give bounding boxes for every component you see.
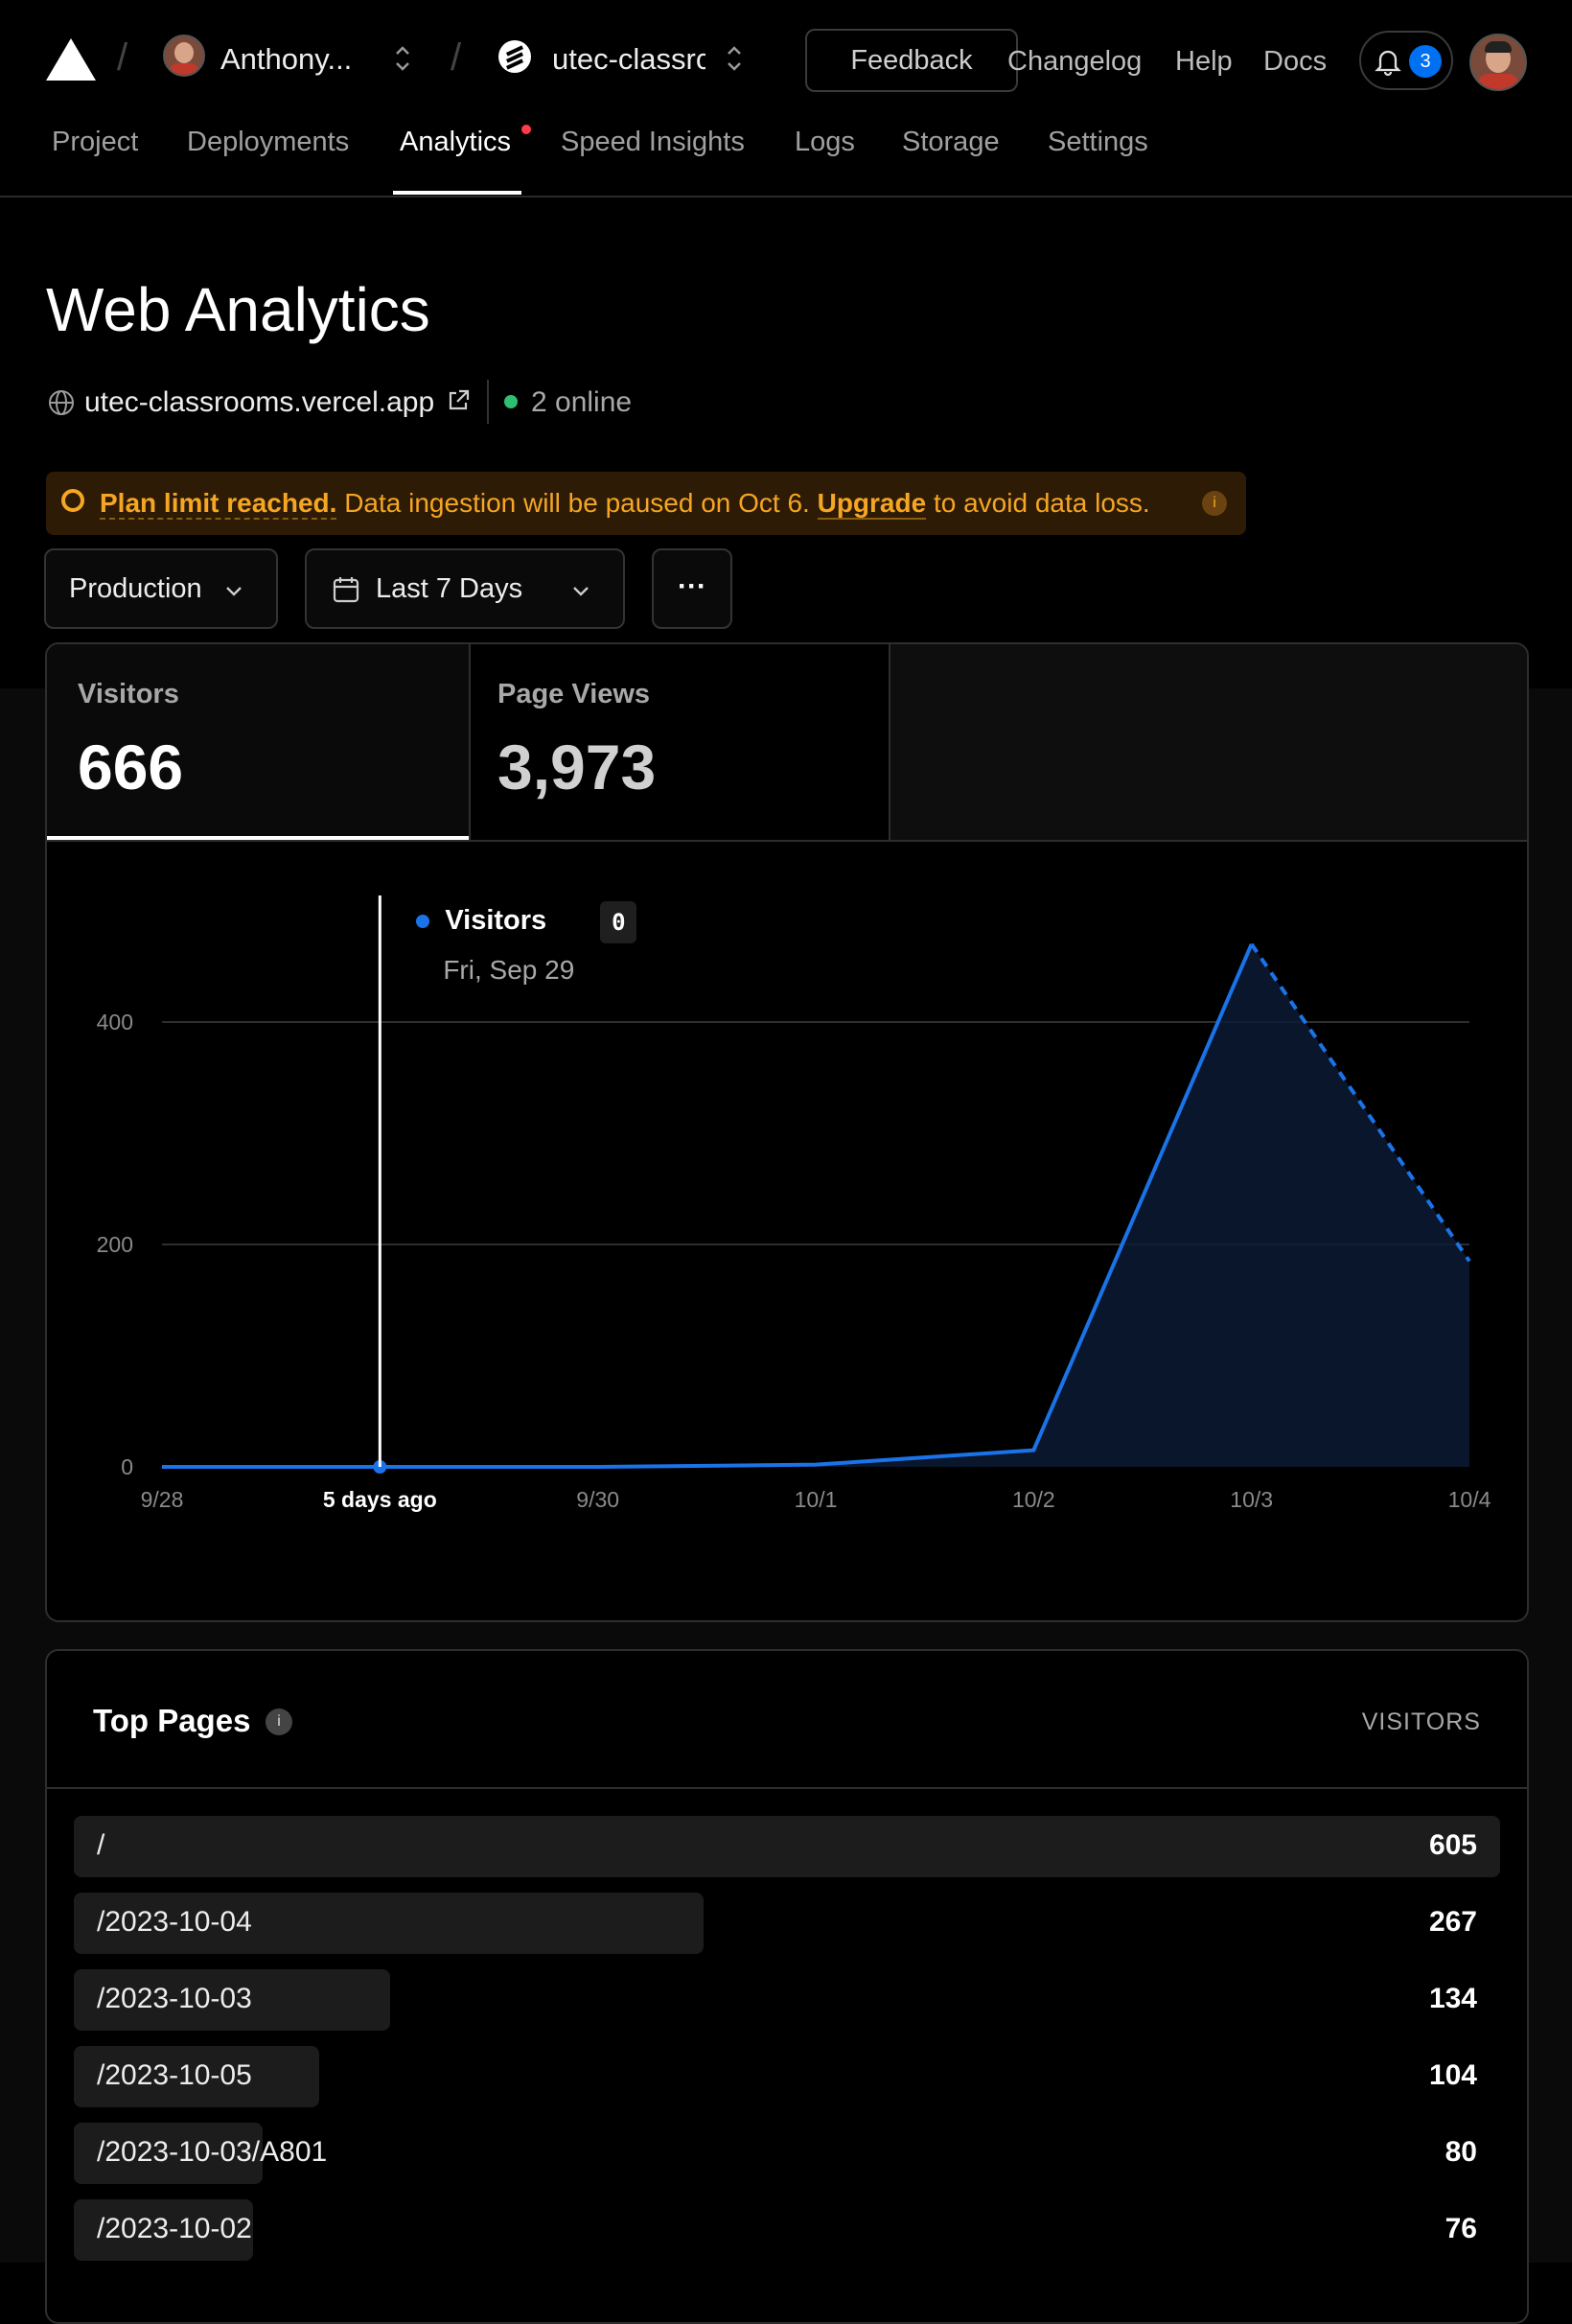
metric-tab-page-views[interactable]: Page Views 3,973 — [471, 644, 889, 840]
page-path: / — [97, 1829, 105, 1861]
globe-icon — [49, 390, 74, 415]
chart-tooltip: Visitors 0 Fri, Sep 29 — [397, 892, 657, 997]
page-path: /2023-10-03/A801 — [97, 2136, 328, 2168]
feedback-button[interactable]: Feedback — [805, 29, 1018, 92]
y-tick-label: 0 — [121, 1454, 133, 1479]
page-visitors: 76 — [1445, 2213, 1477, 2244]
tooltip-date: Fri, Sep 29 — [443, 955, 575, 985]
page-visitors: 134 — [1428, 1983, 1477, 2014]
divider — [47, 1787, 1527, 1789]
metric-tab-visitors[interactable]: Visitors 666 — [47, 644, 469, 840]
bell-icon — [1375, 50, 1401, 77]
metric-value: 666 — [78, 732, 184, 802]
top-page-row[interactable]: /2023-10-05 104 — [74, 2046, 1500, 2107]
x-tick-label: 9/30 — [576, 1487, 619, 1512]
date-range-select[interactable]: Last 7 Days — [305, 548, 625, 629]
online-count: 2 online — [531, 386, 633, 418]
project-switcher-chevron-icon[interactable] — [723, 42, 746, 75]
metric-tab-empty — [890, 644, 1527, 840]
tooltip-value: 0 — [600, 901, 637, 943]
metric-value: 3,973 — [497, 732, 657, 802]
info-icon[interactable]: i — [1202, 491, 1227, 516]
tab-logs[interactable]: Logs — [795, 127, 855, 158]
online-status-dot — [504, 395, 518, 408]
info-icon[interactable]: i — [266, 1708, 292, 1735]
page-path: /2023-10-05 — [97, 2059, 252, 2091]
breadcrumb-separator: / — [451, 36, 462, 79]
top-page-row[interactable]: / 605 — [74, 1816, 1500, 1877]
analytics-new-dot — [521, 125, 531, 134]
docs-link[interactable]: Docs — [1263, 46, 1327, 78]
analytics-card: Visitors 666 Page Views 3,973 0 200 400 9/2… — [45, 642, 1529, 1622]
page-visitors: 267 — [1428, 1906, 1477, 1938]
banner-suffix: to avoid data loss. — [933, 488, 1150, 518]
top-page-row[interactable]: /2023-10-03/A801 80 — [74, 2123, 1500, 2184]
plan-limit-banner: Plan limit reached. Data ingestion will … — [46, 472, 1246, 535]
divider — [487, 380, 489, 424]
tab-analytics[interactable]: Analytics — [400, 127, 511, 158]
chevron-down-icon — [573, 587, 589, 596]
x-tick-label: 10/1 — [795, 1487, 838, 1512]
active-tab-indicator — [393, 191, 521, 195]
tooltip-series: Visitors — [445, 905, 547, 936]
y-tick-label: 400 — [97, 1010, 133, 1034]
y-tick-label: 200 — [97, 1232, 133, 1257]
tab-storage[interactable]: Storage — [902, 127, 1000, 158]
page-visitors: 605 — [1428, 1829, 1477, 1861]
top-page-row[interactable]: /2023-10-03 134 — [74, 1969, 1500, 2031]
team-switcher-chevron-icon[interactable] — [391, 42, 414, 75]
top-page-row[interactable]: /2023-10-04 267 — [74, 1893, 1500, 1954]
domain-link[interactable]: utec-classrooms.vercel.app — [84, 386, 434, 419]
calendar-icon — [333, 577, 359, 603]
x-tick-label: 10/3 — [1230, 1487, 1273, 1512]
page-path: /2023-10-04 — [97, 1906, 252, 1938]
page-path: /2023-10-03 — [97, 1983, 252, 2014]
environment-value: Production — [69, 573, 202, 604]
metric-label: Page Views — [497, 679, 651, 709]
vercel-logo-icon[interactable] — [46, 38, 96, 81]
banner-text: Data ingestion will be paused on Oct 6. — [344, 488, 810, 518]
series-dot — [416, 915, 430, 928]
banner-message: Plan limit reached. Data ingestion will … — [100, 488, 1150, 520]
help-link[interactable]: Help — [1175, 46, 1233, 78]
date-range-value: Last 7 Days — [376, 573, 523, 604]
notifications-button[interactable]: 3 — [1359, 31, 1453, 90]
changelog-link[interactable]: Changelog — [1007, 46, 1142, 78]
page-title: Web Analytics — [46, 275, 430, 344]
user-avatar[interactable] — [1469, 34, 1527, 91]
page-visitors: 104 — [1428, 2059, 1477, 2091]
team-avatar[interactable] — [163, 35, 205, 77]
tab-speed-insights[interactable]: Speed Insights — [561, 127, 745, 158]
page-visitors: 80 — [1445, 2136, 1477, 2168]
warning-circle-icon — [61, 489, 84, 512]
tab-deployments[interactable]: Deployments — [187, 127, 349, 158]
tab-project[interactable]: Project — [52, 127, 138, 158]
x-tick-label: 10/2 — [1012, 1487, 1055, 1512]
visitors-column-header: VISITORS — [1361, 1708, 1481, 1735]
visitors-chart[interactable]: 0 200 400 9/28 5 days ago 9/30 10/1 10/2 10/3 10/… — [47, 842, 1527, 1620]
team-name[interactable]: Anthony... — [220, 42, 352, 77]
upgrade-link[interactable]: Upgrade — [817, 488, 927, 520]
metric-label: Visitors — [78, 679, 179, 709]
more-options-button[interactable]: ··· — [652, 548, 732, 629]
top-pages-list: / 605/2023-10-04 267/2023-10-03 134/2023-10… — [74, 1816, 1500, 2314]
visitors-bar — [74, 1816, 1500, 1877]
x-tick-label: 5 days ago — [323, 1487, 437, 1512]
top-navigation: / Anthony... / utec-classrc Feedback Cha… — [0, 0, 1572, 198]
notification-count-badge: 3 — [1409, 45, 1442, 78]
x-tick-label: 9/28 — [141, 1487, 184, 1512]
banner-title: Plan limit reached. — [100, 488, 337, 520]
chevron-down-icon — [226, 587, 242, 596]
breadcrumb-separator: / — [117, 36, 128, 79]
tab-settings[interactable]: Settings — [1048, 127, 1148, 158]
page-path: /2023-10-02 — [97, 2213, 252, 2244]
environment-select[interactable]: Production — [44, 548, 278, 629]
external-link-icon[interactable] — [445, 387, 472, 414]
project-icon[interactable] — [498, 40, 531, 73]
top-page-row[interactable]: /2023-10-02 76 — [74, 2199, 1500, 2261]
top-pages-title: Top Pages — [93, 1703, 251, 1738]
x-tick-label: 10/4 — [1448, 1487, 1491, 1512]
top-pages-card: Top Pages i VISITORS /605/2023-10-04 267/… — [45, 1649, 1529, 2324]
project-name[interactable]: utec-classrc — [552, 42, 705, 77]
